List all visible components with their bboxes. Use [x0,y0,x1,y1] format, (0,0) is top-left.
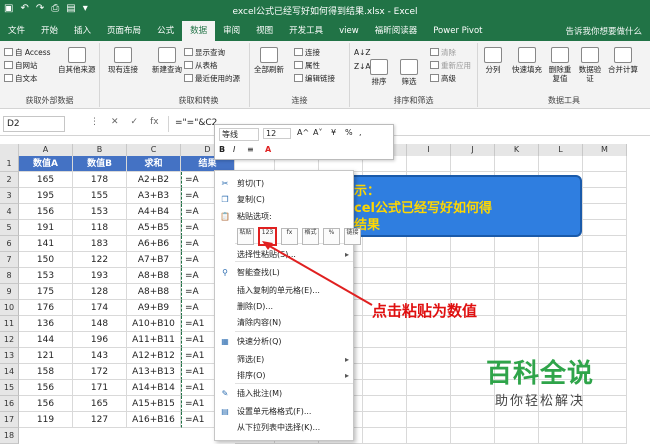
watermark-title: 百科全说 [486,359,595,389]
watermark-subtitle: 助你轻松解决 [495,394,586,409]
annotation-callout: 点击粘贴为数值 [372,302,478,320]
watermark: 百科全说 助你轻松解决 [486,353,594,409]
